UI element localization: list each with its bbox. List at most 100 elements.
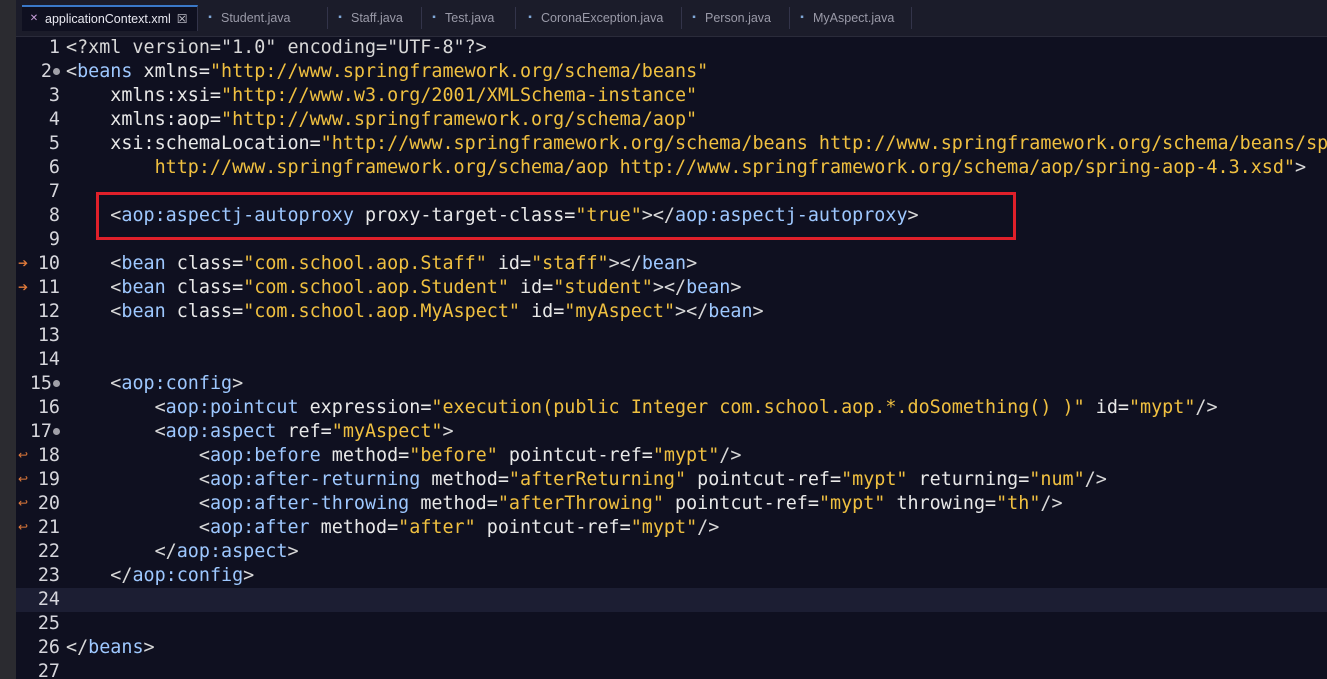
code-token: pointcut-ref= (663, 493, 819, 514)
code-token: bean (121, 277, 166, 298)
line-number: 14 (37, 349, 60, 370)
tab-coronaexception-java[interactable]: ▪ CoronaException.java (518, 7, 682, 29)
line-number: 15 (29, 373, 52, 394)
fold-toggle-icon[interactable] (53, 68, 60, 75)
code-line-3[interactable]: 3 xmlns:xsi="http://www.w3.org/2001/XMLS… (16, 84, 1327, 108)
fold-toggle-icon[interactable] (53, 380, 60, 387)
code-token: < (66, 277, 122, 298)
code-line-7[interactable]: 7 (16, 180, 1327, 204)
code-line-22[interactable]: 22 </aop:aspect> (16, 540, 1327, 564)
code-token: id= (520, 301, 565, 322)
code-token: http://www.springframework.org/schema/ao… (66, 157, 1296, 178)
code-token: > (686, 253, 698, 274)
line-number: 4 (48, 109, 60, 130)
code-editor[interactable]: 1 <?xml version="1.0" encoding="UTF-8"?> 2… (16, 36, 1327, 679)
line-number: 24 (37, 589, 60, 610)
code-token: aop:aspect (165, 421, 277, 442)
code-token: "th" (996, 493, 1041, 514)
code-token: "http://www.springframework.org/schema/a… (221, 109, 698, 130)
code-line-14[interactable]: 14 (16, 348, 1327, 372)
code-token: > (442, 421, 454, 442)
code-text: http://www.springframework.org/schema/ao… (66, 156, 1307, 180)
tab-test-java[interactable]: ▪ Test.java (422, 7, 516, 29)
code-line-25[interactable]: 25 (16, 612, 1327, 636)
code-token: "mypt" (818, 493, 886, 514)
advised-by-icon[interactable]: ↩ (18, 520, 28, 534)
advised-by-icon[interactable]: ↩ (18, 448, 28, 462)
line-number: 25 (37, 613, 60, 634)
code-token: "http://www.springframework.org/schema/b… (209, 61, 709, 82)
code-line-6[interactable]: 6 http://www.springframework.org/schema/… (16, 156, 1327, 180)
code-line-13[interactable]: 13 (16, 324, 1327, 348)
left-side-strip (0, 0, 16, 679)
code-line-8[interactable]: 8 <aop:aspectj-autoproxy proxy-target-cl… (16, 204, 1327, 228)
code-token: /> (1195, 397, 1218, 418)
code-text: <aop:pointcut expression="execution(publ… (66, 396, 1218, 420)
tab-person-java[interactable]: ▪ Person.java (682, 7, 790, 29)
code-line-19[interactable]: 19 ↩ <aop:after-returning method="afterRe… (16, 468, 1327, 492)
advised-by-icon[interactable]: ↩ (18, 472, 28, 486)
code-line-27[interactable]: 27 (16, 660, 1327, 679)
code-line-24[interactable]: 24 (16, 588, 1327, 612)
code-line-26[interactable]: 26 </beans> (16, 636, 1327, 660)
code-token: aop:after-returning (209, 469, 421, 490)
code-line-16[interactable]: 16 <aop:pointcut expression="execution(p… (16, 396, 1327, 420)
code-token: "mypt" (1128, 397, 1196, 418)
line-number: 6 (48, 157, 60, 178)
code-token: "student" (553, 277, 653, 298)
code-token: class= (165, 253, 244, 274)
code-text: <bean class="com.school.aop.MyAspect" id… (66, 300, 763, 324)
code-token: /> (1040, 493, 1063, 514)
code-line-18[interactable]: 18 ↩ <aop:before method="before" pointcut… (16, 444, 1327, 468)
code-token: pointcut-ref= (475, 517, 631, 538)
tab-staff-java[interactable]: ▪ Staff.java (328, 7, 422, 29)
code-line-23[interactable]: 23 </aop:config> (16, 564, 1327, 588)
code-token: "execution(public Integer com.school.aop… (431, 397, 1085, 418)
tab-student-java[interactable]: ▪ Student.java (198, 7, 328, 29)
code-line-20[interactable]: 20 ↩ <aop:after-throwing method="afterThr… (16, 492, 1327, 516)
code-token: returning= (907, 469, 1030, 490)
code-line-2[interactable]: 2 <beans xmlns="http://www.springframewor… (16, 60, 1327, 84)
advice-marker-icon[interactable]: ➔ (18, 280, 28, 294)
code-token: "myAspect" (564, 301, 676, 322)
tab-label: CoronaException.java (541, 11, 664, 25)
line-number: 1 (48, 37, 60, 58)
tab-label: Test.java (445, 11, 495, 25)
code-text: <aop:after-returning method="afterReturn… (66, 468, 1107, 492)
code-token: id= (1084, 397, 1129, 418)
tab-applicationcontext-xml[interactable]: ✕ applicationContext.xml ☒ (22, 5, 198, 31)
code-line-9[interactable]: 9 (16, 228, 1327, 252)
code-token: "after" (398, 517, 476, 538)
code-text: </aop:aspect> (66, 540, 299, 564)
code-line-11[interactable]: 11 ➔ <bean class="com.school.aop.Student"… (16, 276, 1327, 300)
advice-marker-icon[interactable]: ➔ (18, 256, 28, 270)
code-token: aop:after (209, 517, 310, 538)
code-line-10[interactable]: 10 ➔ <bean class="com.school.aop.Staff" i… (16, 252, 1327, 276)
fold-toggle-icon[interactable] (53, 428, 60, 435)
code-token: < (66, 421, 166, 442)
code-line-17[interactable]: 17 <aop:aspect ref="myAspect"> (16, 420, 1327, 444)
code-token: bean (708, 301, 753, 322)
advised-by-icon[interactable]: ↩ (18, 496, 28, 510)
code-token: > (730, 277, 742, 298)
code-line-1[interactable]: 1 <?xml version="1.0" encoding="UTF-8"?> (16, 36, 1327, 60)
code-text: xmlns:xsi="http://www.w3.org/2001/XMLSch… (66, 84, 697, 108)
code-line-12[interactable]: 12 <bean class="com.school.aop.MyAspect"… (16, 300, 1327, 324)
tab-myaspect-java[interactable]: ▪ MyAspect.java (790, 7, 912, 29)
java-file-icon: ▪ (800, 12, 804, 23)
java-file-icon: ▪ (432, 12, 436, 23)
code-line-4[interactable]: 4 xmlns:aop="http://www.springframework.… (16, 108, 1327, 132)
line-number: 3 (48, 85, 60, 106)
code-line-21[interactable]: 21 ↩ <aop:after method="after" pointcut-r… (16, 516, 1327, 540)
code-token: "com.school.aop.MyAspect" (243, 301, 520, 322)
code-token: < (66, 517, 210, 538)
close-tab-icon[interactable]: ☒ (177, 12, 188, 26)
code-token: aop:aspect (176, 541, 288, 562)
code-line-15[interactable]: 15 <aop:config> (16, 372, 1327, 396)
code-text: <aop:after-throwing method="afterThrowin… (66, 492, 1063, 516)
code-token: "http://www.springframework.org/schema/b… (320, 133, 1327, 154)
tab-label: Student.java (221, 11, 291, 25)
code-token: < (66, 373, 122, 394)
code-line-5[interactable]: 5 xsi:schemaLocation="http://www.springf… (16, 132, 1327, 156)
line-number: 7 (48, 181, 60, 202)
